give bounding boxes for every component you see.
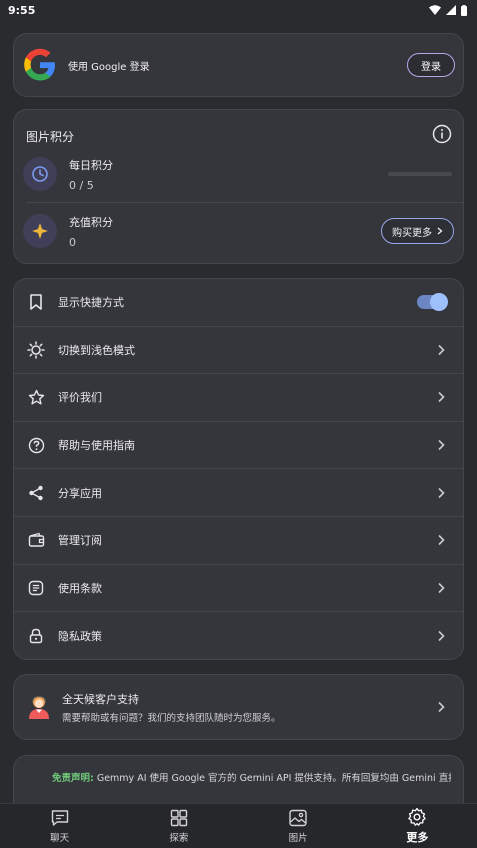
support-agent-icon: [29, 695, 49, 719]
settings-item-label: 隐私政策: [58, 629, 102, 643]
chevron-right-icon: [438, 535, 445, 546]
chevron-right-icon: [438, 487, 445, 498]
status-time: 9:55: [8, 3, 36, 17]
settings-item-light-mode[interactable]: 切换到浅色模式: [14, 327, 463, 375]
sparkle-icon: [23, 214, 57, 248]
chevron-right-icon: [438, 344, 445, 355]
nav-explore[interactable]: 探索: [119, 804, 238, 848]
toggle-knob: [430, 293, 448, 312]
daily-points-label: 每日积分: [69, 158, 113, 172]
share-icon: [26, 483, 46, 503]
settings-item-privacy[interactable]: 隐私政策: [14, 612, 463, 659]
sun-icon: [26, 340, 46, 360]
login-label: 使用 Google 登录: [68, 61, 150, 73]
nav-label: 探索: [169, 833, 189, 844]
document-icon: [26, 578, 46, 598]
settings-item-show-shortcuts[interactable]: 显示快捷方式: [14, 279, 463, 327]
buy-more-button[interactable]: 购买更多: [381, 218, 454, 244]
nav-more[interactable]: 更多: [358, 804, 477, 848]
settings-item-help[interactable]: 帮助与使用指南: [14, 422, 463, 470]
wifi-icon: [429, 5, 441, 15]
star-icon: [26, 387, 46, 407]
chevron-right-icon: [437, 227, 443, 235]
signal-icon: [446, 5, 456, 15]
battery-icon: [461, 4, 467, 16]
settings-item-label: 切换到浅色模式: [58, 343, 135, 357]
chat-icon: [51, 810, 68, 826]
support-subtitle: 需要帮助或有问题？我们的支持团队随时为您服务。: [62, 712, 281, 724]
recharge-points-label: 充值积分: [69, 215, 113, 229]
recharge-points-value: 0: [69, 235, 76, 249]
bottom-navigation: 聊天 探索 图片 更多: [0, 803, 477, 848]
settings-item-label: 帮助与使用指南: [58, 439, 135, 453]
info-icon[interactable]: [432, 124, 452, 144]
settings-item-label: 分享应用: [58, 486, 102, 500]
help-icon: [26, 435, 46, 455]
chevron-right-icon: [438, 392, 445, 403]
nav-chat[interactable]: 聊天: [0, 804, 119, 848]
settings-item-manage-subscription[interactable]: 管理订阅: [14, 517, 463, 565]
chevron-right-icon: [438, 701, 445, 713]
nav-images[interactable]: 图片: [239, 804, 358, 848]
settings-item-label: 管理订阅: [58, 534, 102, 548]
google-logo-icon: [24, 48, 55, 81]
google-login-card: 使用 Google 登录 登录: [13, 33, 464, 97]
status-bar: 9:55: [0, 0, 477, 20]
disclaimer-heading: 免责声明:: [52, 773, 94, 784]
nav-label: 图片: [288, 833, 308, 844]
recharge-points-row: 充值积分 0 购买更多: [23, 209, 454, 253]
explore-icon: [170, 809, 188, 827]
shortcuts-toggle[interactable]: [417, 293, 448, 312]
wallet-icon: [26, 530, 46, 550]
settings-item-label: 评价我们: [58, 391, 102, 405]
bookmark-icon: [26, 292, 46, 312]
buy-more-label: 购买更多: [392, 227, 432, 239]
points-title: 图片积分: [26, 130, 75, 144]
nav-label: 聊天: [50, 833, 70, 844]
support-title: 全天候客户支持: [62, 692, 139, 706]
settings-icon: [408, 807, 427, 826]
chevron-right-icon: [438, 582, 445, 593]
settings-card: 显示快捷方式 切换到浅色模式 评价我们 帮助与使用指南 分享应用 管理订阅 使用…: [13, 278, 464, 660]
settings-item-terms[interactable]: 使用条款: [14, 565, 463, 613]
clock-icon: [23, 157, 57, 191]
settings-item-rate-us[interactable]: 评价我们: [14, 374, 463, 422]
settings-item-label: 显示快捷方式: [58, 296, 124, 310]
chevron-right-icon: [438, 440, 445, 451]
settings-item-share[interactable]: 分享应用: [14, 469, 463, 517]
customer-support-card[interactable]: 全天候客户支持 需要帮助或有问题？我们的支持团队随时为您服务。: [13, 674, 464, 740]
nav-label: 更多: [406, 831, 429, 844]
daily-points-row: 每日积分 0 / 5: [23, 152, 454, 196]
settings-item-label: 使用条款: [58, 581, 102, 595]
daily-points-value: 0 / 5: [69, 178, 94, 192]
login-button[interactable]: 登录: [407, 53, 455, 77]
chevron-right-icon: [438, 630, 445, 642]
disclaimer-text: 免责声明: Gemmy AI 使用 Google 官方的 Gemini API …: [52, 770, 451, 784]
disclaimer-body: Gemmy AI 使用 Google 官方的 Gemini API 提供支持。所…: [93, 773, 451, 784]
image-icon: [289, 809, 307, 827]
daily-points-progress: [388, 172, 452, 176]
status-icons: [429, 4, 467, 16]
lock-icon: [26, 626, 46, 646]
points-divider: [26, 202, 463, 203]
